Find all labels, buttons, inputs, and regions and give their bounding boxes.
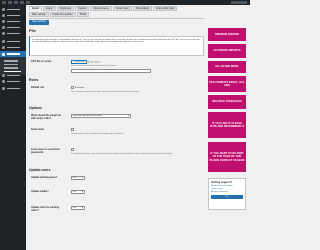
users-icon xyxy=(2,52,5,56)
default-role-row: Default role Subscriber You can assign m… xyxy=(29,86,204,102)
support-link-community[interactable]: Ask the community xyxy=(211,191,243,194)
empty-cells-label: What should the plugin do with empty cel… xyxy=(31,114,62,120)
admin-bar xyxy=(0,0,250,5)
csv-description: You can also enter the path where your f… xyxy=(71,65,116,68)
force-reset-row: Force users to reset their passwords If … xyxy=(29,148,204,164)
menu-posts[interactable] xyxy=(2,14,20,17)
admin-bar-items[interactable] xyxy=(2,1,32,4)
submenu-profile[interactable] xyxy=(4,67,18,69)
section-options-heading: Options xyxy=(29,106,42,110)
menu-pages[interactable] xyxy=(2,26,20,29)
send-email-checkbox[interactable] xyxy=(71,128,74,131)
menu-tools[interactable] xyxy=(2,74,20,77)
tab-positioning[interactable]: Positioning xyxy=(56,6,75,11)
pages-icon xyxy=(2,26,5,29)
force-reset-label: Force users to reset their passwords xyxy=(31,148,60,154)
role-description: You can assign more than one role to the… xyxy=(71,90,140,93)
section-update-heading: Update users xyxy=(29,168,51,172)
admin-bar-account[interactable] xyxy=(231,1,247,4)
tab-woocommerce[interactable]: Woocommerce xyxy=(90,6,112,11)
tab-profile[interactable]: Profile xyxy=(76,12,90,17)
plugins-icon xyxy=(2,46,5,49)
menu-settings[interactable] xyxy=(2,80,20,83)
empty-cells-row: What should the plugin do with empty cel… xyxy=(29,114,204,126)
promo-team[interactable]: If you want to be part of the team of th… xyxy=(208,142,246,172)
dashboard-icon xyxy=(2,8,5,11)
update-roles-row: Update roles for existing users? Yes xyxy=(29,206,204,218)
promo-automate[interactable]: Automate imports xyxy=(208,44,246,58)
update-existing-row: Update existing users? Yes xyxy=(29,176,204,186)
force-reset-description: If a password is set to a user and you a… xyxy=(71,152,173,155)
promo-email[interactable]: All-in-one Email xyxy=(208,61,246,73)
tools-icon xyxy=(2,74,5,77)
save-settings-button[interactable]: Save settings xyxy=(29,20,49,25)
csv-row: CSV file on server Choose file No file c… xyxy=(29,60,204,74)
tab-network[interactable]: Network xyxy=(75,6,90,11)
submenu-import-users[interactable] xyxy=(4,70,21,72)
tab-row-2: Main settings Import from another Profile xyxy=(29,12,204,17)
force-reset-checkbox[interactable] xyxy=(71,148,74,151)
settings-tabs: Import Export Positioning Network Woocommerc… xyxy=(29,6,204,18)
tab-import[interactable]: Import xyxy=(29,6,43,11)
menu-collapse[interactable] xyxy=(2,87,20,90)
send-email-label: Send email xyxy=(31,128,44,131)
choose-file-button[interactable]: Choose file xyxy=(71,60,88,64)
media-icon xyxy=(2,20,5,23)
submenu-all-users[interactable] xyxy=(4,60,18,62)
submenu-add-new[interactable] xyxy=(4,63,18,65)
tab-export[interactable]: Export xyxy=(43,6,56,11)
update-emails-select[interactable]: Yes xyxy=(71,190,85,195)
appearance-icon xyxy=(2,40,5,43)
menu-comments[interactable] xyxy=(2,32,20,35)
tab-bulk-defaults[interactable]: Bulk defaults xyxy=(133,6,153,11)
menu-dashboard[interactable] xyxy=(2,8,20,11)
promo-sidebar: Premium Addons Automate imports All-in-o… xyxy=(208,6,246,250)
tab-import-from-another[interactable]: Import from another xyxy=(49,12,76,17)
comments-icon xyxy=(2,32,5,35)
update-emails-row: Update emails? Yes xyxy=(29,190,204,202)
users-submenu xyxy=(0,57,26,75)
menu-media[interactable] xyxy=(2,20,20,23)
section-roles-heading: Roles xyxy=(29,78,39,82)
posts-icon xyxy=(2,14,5,17)
promo-premium[interactable]: Premium Addons xyxy=(208,28,246,41)
menu-plugins[interactable] xyxy=(2,46,20,49)
admin-sidebar xyxy=(0,5,26,250)
csv-path-input[interactable] xyxy=(71,68,151,73)
info-notice: You should create and select a spreadshe… xyxy=(29,36,204,56)
menu-appearance[interactable] xyxy=(2,40,20,43)
default-role-label: Default role xyxy=(31,86,45,89)
collapse-icon xyxy=(2,87,5,90)
promo-vote[interactable]: If you like it, please vote and recommen… xyxy=(208,112,246,138)
no-file-text: No file chosen xyxy=(87,61,101,64)
tab-smart-import[interactable]: Smart import xyxy=(112,6,133,11)
promo-schedules[interactable]: Multiple schedules xyxy=(208,95,246,109)
send-email-row: Send email Do you want to send an email … xyxy=(29,128,204,144)
tab-main-settings[interactable]: Main settings xyxy=(29,12,49,17)
update-emails-label: Update emails? xyxy=(31,190,49,193)
support-button[interactable]: Go xyxy=(211,194,243,199)
csv-label: CSV file on server xyxy=(31,60,52,63)
tab-row-1: Import Export Positioning Network Woocommerc… xyxy=(29,6,204,11)
section-file-heading: File xyxy=(29,28,36,33)
main-content: Import Export Positioning Network Woocommerc… xyxy=(29,6,204,250)
settings-icon xyxy=(2,80,5,83)
support-title: Getting support? xyxy=(211,181,233,184)
role-checkbox[interactable] xyxy=(71,86,74,89)
support-box: Getting support? Read the documentation … xyxy=(208,178,246,210)
update-roles-select[interactable]: Yes xyxy=(71,206,85,211)
tab-extra-profile-fields[interactable]: Extra profile fields xyxy=(153,6,178,11)
default-role-value: Subscriber xyxy=(74,86,85,89)
empty-cells-select[interactable]: Leave the old value for this meta xyxy=(71,114,131,119)
update-existing-label: Update existing users? xyxy=(31,176,58,179)
update-existing-select[interactable]: Yes xyxy=(71,176,85,181)
promo-formats[interactable]: Tile formats Excel, XLS, ODS xyxy=(208,76,246,92)
send-email-description: Do you want to send an email from the pl… xyxy=(71,132,124,135)
update-roles-label: Update roles for existing users? xyxy=(31,206,60,212)
